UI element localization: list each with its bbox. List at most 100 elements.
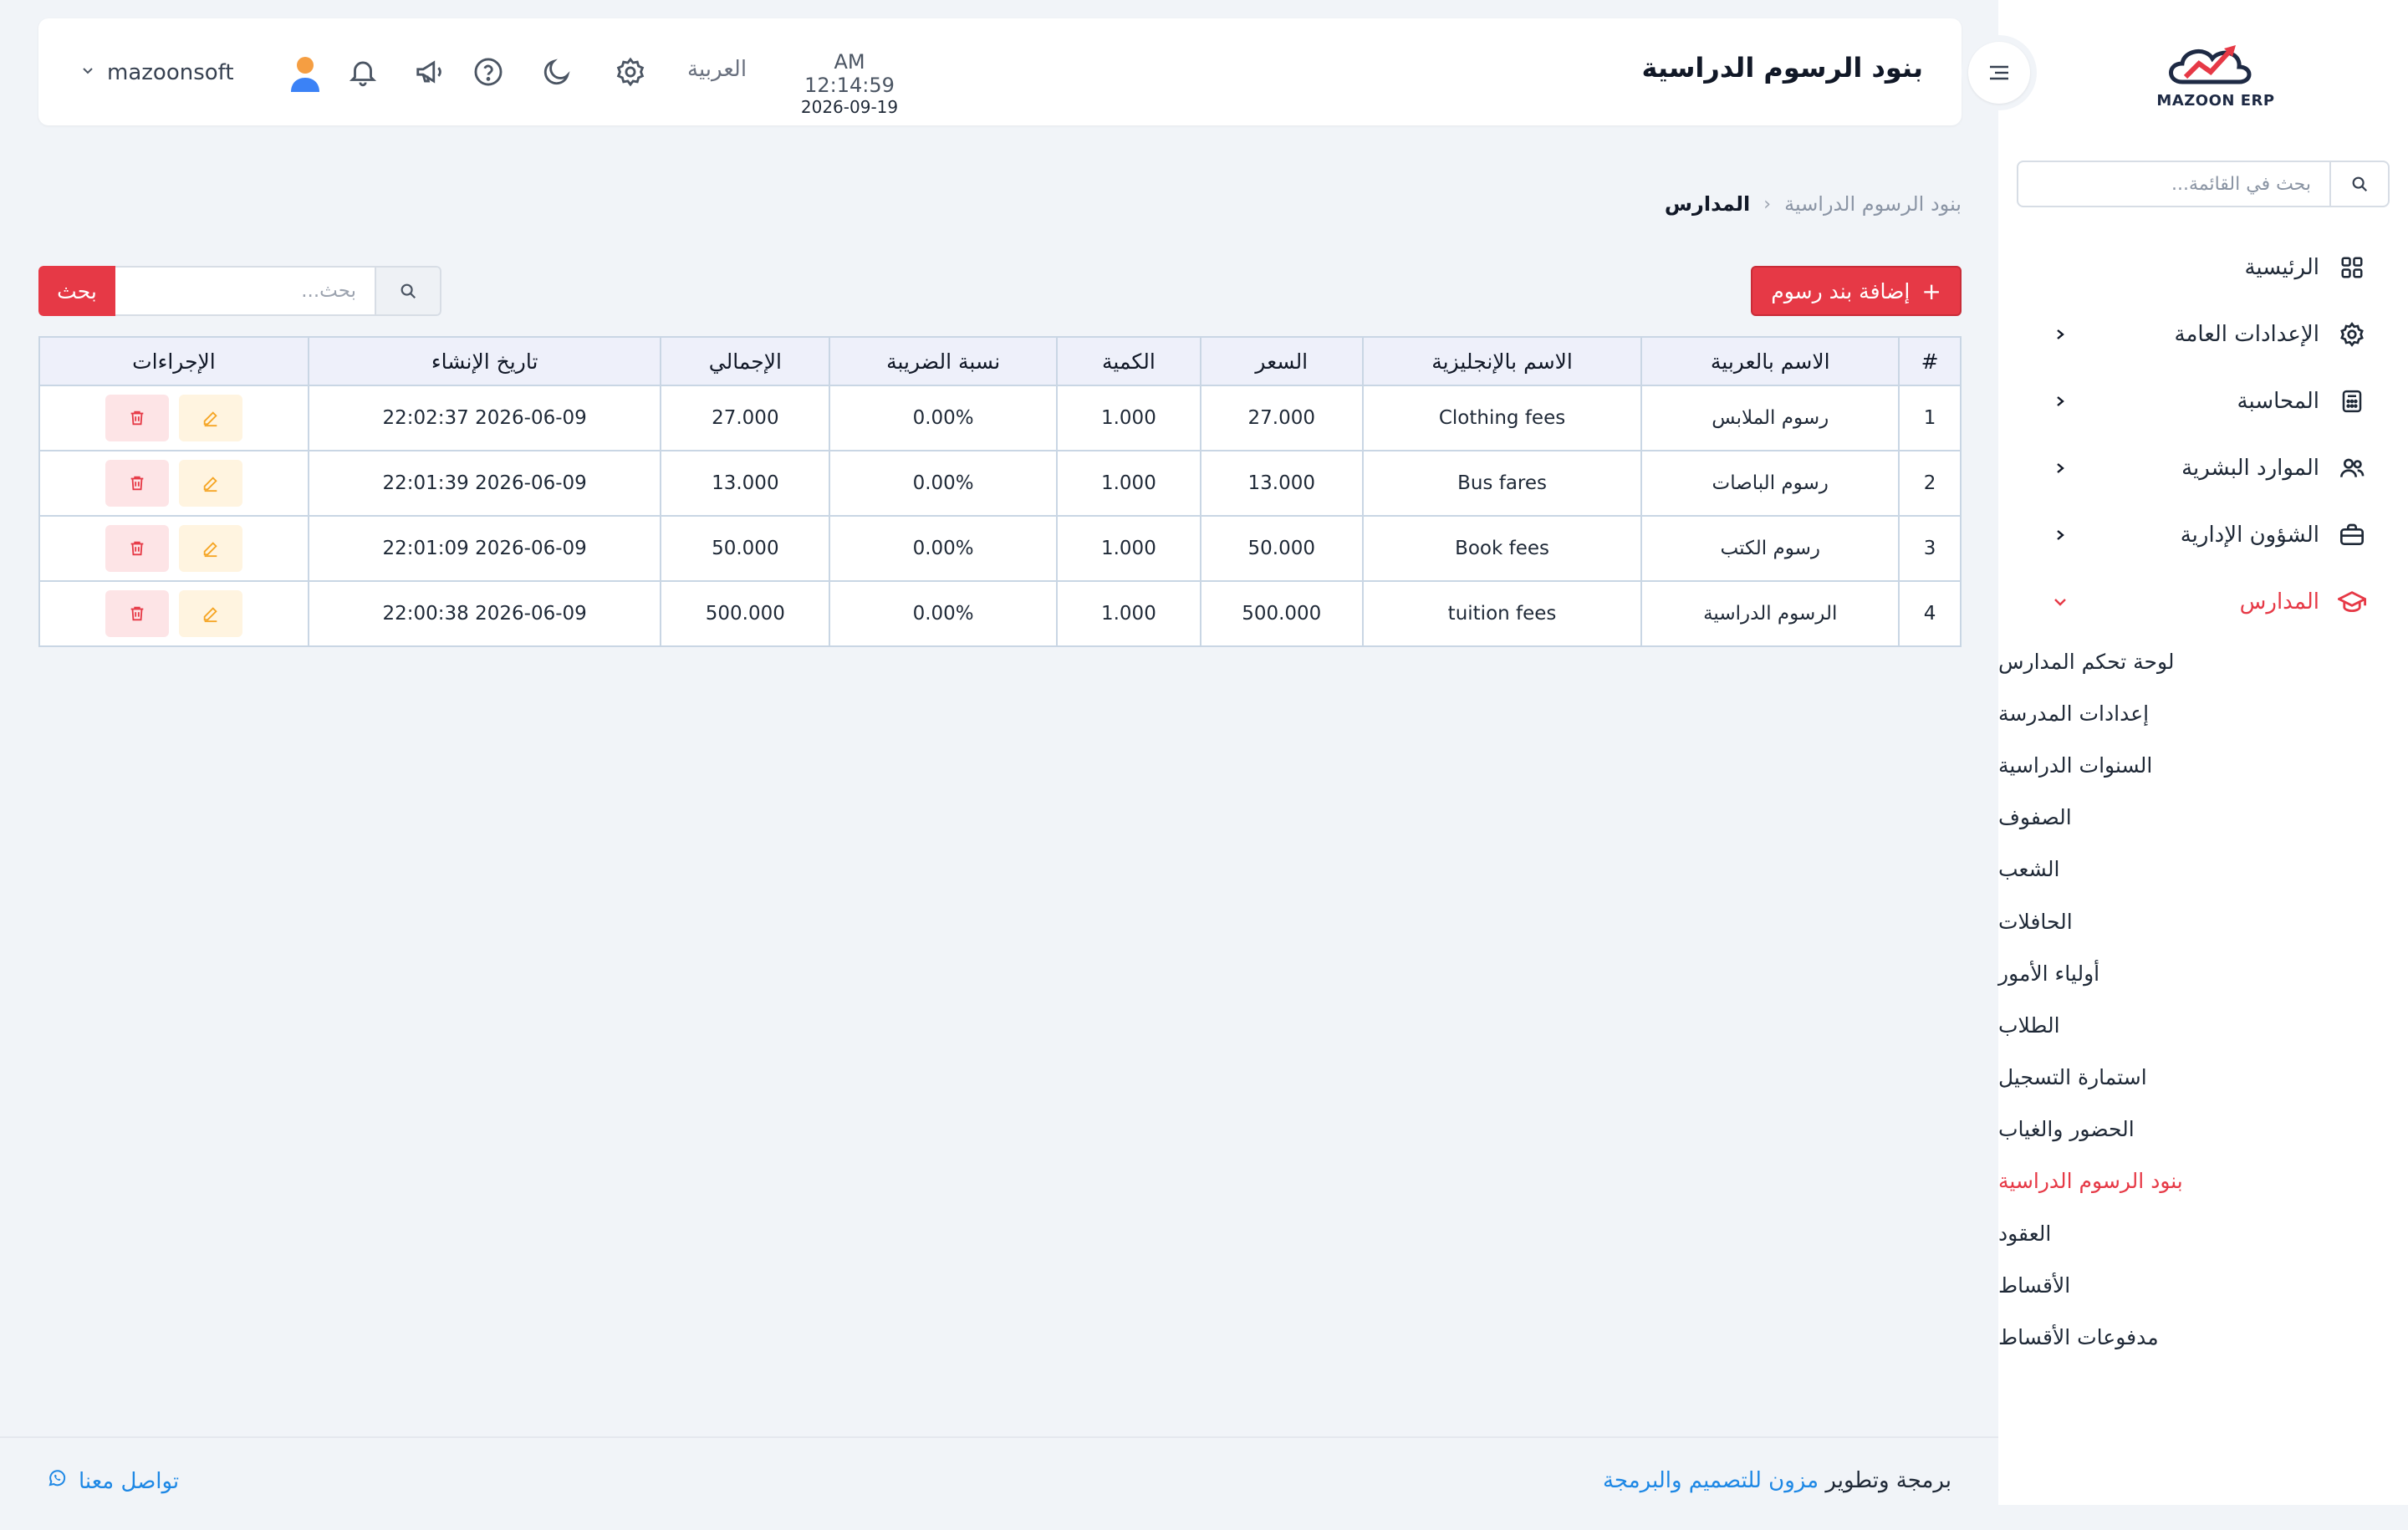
gear-icon[interactable] <box>610 52 650 92</box>
page-title: بنود الرسوم الدراسية <box>1641 52 1923 84</box>
footer-credits: برمجة وتطوير مزون للتصميم والبرمجة <box>1603 1468 1951 1493</box>
edit-button[interactable] <box>178 590 242 637</box>
table-header-row: # الاسم بالعربية الاسم بالإنجليزية السعر… <box>38 336 1962 386</box>
pencil-icon <box>203 607 217 623</box>
actions-cell <box>38 385 309 451</box>
edit-button[interactable] <box>178 395 242 441</box>
submenu-item[interactable]: استمارة التسجيل <box>1998 1052 2408 1104</box>
help-icon[interactable] <box>468 52 508 92</box>
clock-date: 2026-09-19 <box>800 97 899 117</box>
table-cell: 500.000 <box>1199 580 1364 647</box>
submenu-item[interactable]: الحافلات <box>1998 895 2408 947</box>
chevron-left-icon <box>2052 393 2069 410</box>
table-cell: 0.00% <box>829 580 1058 647</box>
sidebar: MAZOON ERP الرئيسية الإعدادات العامة الم… <box>1998 0 2408 1505</box>
briefcase-icon <box>2338 521 2366 549</box>
search-button[interactable]: بحث <box>38 266 115 316</box>
breadcrumb-separator: ‹ <box>1763 193 1772 215</box>
table-cell: رسوم الكتب <box>1640 515 1900 582</box>
column-header: السعر <box>1199 336 1364 386</box>
users-icon <box>2338 454 2366 482</box>
submenu-item[interactable]: الصفوف <box>1998 792 2408 844</box>
top-header: بنود الرسوم الدراسية AM 12:14:59 2026-09… <box>38 18 1962 125</box>
submenu-item-active[interactable]: بنود الرسوم الدراسية <box>1998 1155 2408 1207</box>
logo-text: MAZOON ERP <box>2156 92 2275 110</box>
breadcrumb-root[interactable]: المدارس <box>1665 192 1750 216</box>
sidebar-item-accounting[interactable]: المحاسبة <box>1998 368 2408 435</box>
search-icon[interactable] <box>375 266 441 316</box>
sidebar-item-general-settings[interactable]: الإعدادات العامة <box>1998 301 2408 368</box>
language-switch[interactable]: العربية <box>687 57 747 82</box>
add-fee-item-button[interactable]: + إضافة بند رسوم <box>1751 266 1962 316</box>
delete-button[interactable] <box>105 460 169 507</box>
submenu-item[interactable]: مدفوعات الأقساط <box>1998 1311 2408 1363</box>
table-cell: 1 <box>1898 385 1962 451</box>
sidebar-menu: الرئيسية الإعدادات العامة المحاسبة الموا… <box>1998 234 2408 1364</box>
sidebar-item-label: الموارد البشرية <box>2181 456 2319 481</box>
avatar <box>284 52 326 94</box>
search-icon[interactable] <box>2329 162 2388 206</box>
table-cell: Clothing fees <box>1361 385 1643 451</box>
table-cell: 50.000 <box>1199 515 1364 582</box>
breadcrumb: المدارس ‹ بنود الرسوم الدراسية <box>1665 192 1962 216</box>
table-search-input[interactable] <box>115 266 375 316</box>
pencil-icon <box>203 477 217 492</box>
clock: AM 12:14:59 2026-09-19 <box>791 50 908 117</box>
breadcrumb-current: بنود الرسوم الدراسية <box>1784 192 1962 216</box>
chevron-down-icon <box>80 64 95 82</box>
delete-button[interactable] <box>105 525 169 572</box>
submenu-item[interactable]: أولياء الأمور <box>1998 947 2408 999</box>
clock-time: AM 12:14:59 <box>804 50 895 97</box>
submenu-item[interactable]: السنوات الدراسية <box>1998 739 2408 791</box>
table-cell: 2 <box>1898 450 1962 517</box>
edit-button[interactable] <box>178 460 242 507</box>
contact-link[interactable]: تواصل معنا <box>47 1468 179 1494</box>
moon-icon[interactable] <box>537 52 577 92</box>
column-header: تاريخ الإنشاء <box>307 336 662 386</box>
trash-icon <box>130 541 144 556</box>
footer-divider <box>0 1436 1998 1438</box>
delete-button[interactable] <box>105 590 169 637</box>
pencil-icon <box>203 411 217 427</box>
sidebar-item-hr[interactable]: الموارد البشرية <box>1998 435 2408 502</box>
submenu-item[interactable]: الطلاب <box>1998 999 2408 1051</box>
submenu-item[interactable]: إعدادات المدرسة <box>1998 687 2408 739</box>
pencil-icon <box>203 542 217 558</box>
sidebar-toggle[interactable] <box>1962 35 2037 110</box>
column-header: نسبة الضريبة <box>829 336 1058 386</box>
logo[interactable]: MAZOON ERP <box>2149 33 2283 117</box>
submenu-item[interactable]: الحضور والغياب <box>1998 1104 2408 1155</box>
sidebar-item-schools[interactable]: المدارس <box>1998 569 2408 635</box>
table-cell: 4 <box>1898 580 1962 647</box>
table-cell: 13.000 <box>1199 450 1364 517</box>
edit-button[interactable] <box>178 525 242 572</box>
table-cell: 2026-06-09 22:00:38 <box>307 580 662 647</box>
sidebar-item-label: المحاسبة <box>2237 389 2319 414</box>
column-header: # <box>1898 336 1962 386</box>
sidebar-search-input[interactable] <box>2018 162 2329 206</box>
sidebar-search <box>2017 161 2390 207</box>
submenu-item[interactable]: الشعب <box>1998 844 2408 895</box>
actions-cell <box>38 580 309 647</box>
graduation-cap-icon <box>2338 588 2366 616</box>
table-row: 2 رسوم الباصات Bus fares 13.000 1.000 0.… <box>38 450 1962 517</box>
submenu-item[interactable]: العقود <box>1998 1207 2408 1259</box>
calculator-icon <box>2338 387 2366 416</box>
table-row: 4 الرسوم الدراسية tuition fees 500.000 1… <box>38 580 1962 647</box>
logo-icon <box>2169 45 2252 84</box>
sidebar-item-admin-affairs[interactable]: الشؤون الإدارية <box>1998 502 2408 569</box>
bell-icon[interactable] <box>343 52 383 92</box>
column-header: الإجراءات <box>38 336 309 386</box>
user-menu[interactable]: mazoonsoft <box>80 52 319 94</box>
megaphone-icon[interactable] <box>410 52 450 92</box>
delete-button[interactable] <box>105 395 169 441</box>
chevron-left-icon <box>2052 460 2069 477</box>
trash-icon <box>130 411 144 426</box>
table-cell: Book fees <box>1361 515 1643 582</box>
sidebar-item-home[interactable]: الرئيسية <box>1998 234 2408 301</box>
fee-items-table: # الاسم بالعربية الاسم بالإنجليزية السعر… <box>38 336 1962 647</box>
submenu-item[interactable]: لوحة تحكم المدارس <box>1998 635 2408 687</box>
table-cell: 1.000 <box>1056 385 1201 451</box>
footer-brand-link[interactable]: مزون للتصميم والبرمجة <box>1603 1468 1819 1493</box>
submenu-item[interactable]: الأقساط <box>1998 1259 2408 1311</box>
